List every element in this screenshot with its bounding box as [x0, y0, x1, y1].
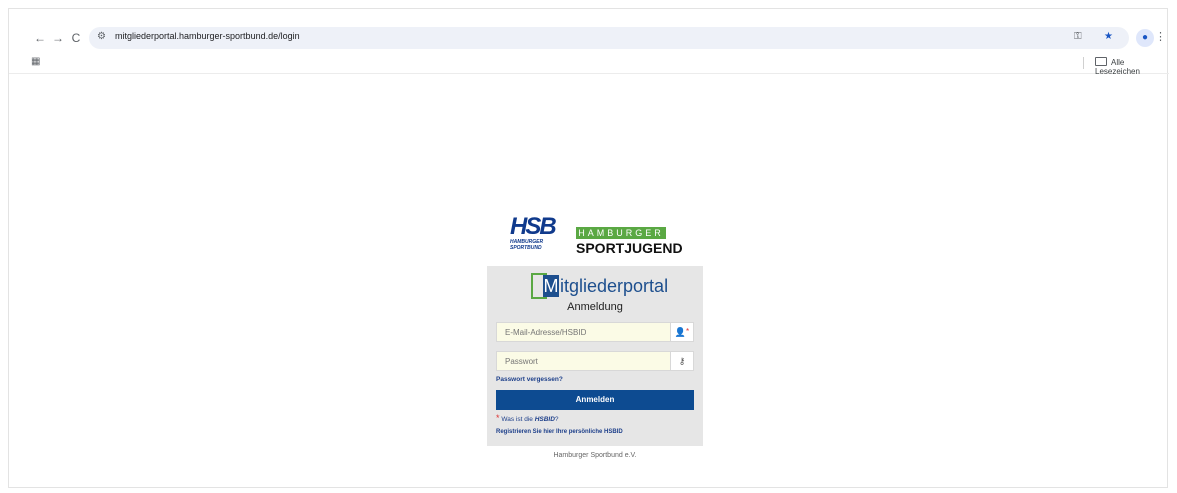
- hsb-logo: HSB HAMBURGER SPORTBUND: [510, 213, 557, 259]
- bookmark-star-icon[interactable]: ★: [1104, 31, 1113, 42]
- address-bar[interactable]: ⚙ mitgliederportal.hamburger-sportbund.d…: [89, 27, 1129, 49]
- hsbid-info-link[interactable]: * Was ist die HSBID?: [496, 413, 559, 423]
- logo-row: HSB HAMBURGER SPORTBUND HAMBURGER SPORTJ…: [510, 215, 690, 261]
- hsb-logo-mark: HSB: [510, 213, 557, 240]
- back-arrow-icon[interactable]: ←: [31, 29, 49, 47]
- email-field: 👤*: [496, 322, 694, 342]
- hsb-logo-line2: SPORTBUND: [510, 245, 542, 251]
- profile-avatar-icon[interactable]: ●: [1136, 29, 1154, 47]
- email-input[interactable]: [497, 323, 671, 341]
- register-hsbid-link[interactable]: Registrieren Sie hier Ihre persönliche H…: [496, 429, 623, 435]
- login-panel: M itgliederportal Anmeldung 👤* ⚷ Passwor…: [487, 266, 703, 446]
- hsbid-info-prefix: Was ist die: [501, 416, 535, 423]
- browser-menu-icon[interactable]: ⋮: [1155, 30, 1166, 43]
- forward-arrow-icon[interactable]: →: [49, 29, 67, 47]
- sportjugend-logo-top: HAMBURGER: [576, 227, 666, 239]
- key-icon: ⚷: [670, 352, 693, 370]
- hsbid-info-suffix: ?: [554, 416, 559, 423]
- password-input[interactable]: [497, 352, 671, 370]
- folder-icon: [1095, 57, 1107, 66]
- bookmarks-separator: [1083, 57, 1084, 69]
- sportjugend-logo-bottom: SPORTJUGEND: [576, 240, 683, 256]
- reload-icon[interactable]: C: [67, 29, 85, 47]
- password-field: ⚷: [496, 351, 694, 371]
- browser-toolbar: ← → C ⚙ mitgliederportal.hamburger-sport…: [9, 27, 1169, 49]
- mitgliederportal-logo: M itgliederportal: [531, 273, 671, 301]
- portal-logo-m: M: [543, 275, 559, 297]
- required-asterisk-icon: *: [496, 413, 500, 423]
- login-button[interactable]: Anmelden: [496, 390, 694, 410]
- portal-logo-text: itgliederportal: [560, 276, 669, 296]
- footer-text: Hamburger Sportbund e.V.: [553, 452, 637, 459]
- bookmarks-bar: ▦ Alle Lesezeichen: [9, 53, 1169, 76]
- url-text[interactable]: mitgliederportal.hamburger-sportbund.de/…: [115, 31, 300, 41]
- password-key-icon[interactable]: ⚿: [1074, 31, 1082, 42]
- login-subtitle: Anmeldung: [567, 301, 623, 313]
- hsbid-info-term: HSBID: [534, 416, 555, 423]
- apps-grid-icon[interactable]: ▦: [31, 56, 40, 67]
- site-settings-icon[interactable]: ⚙: [97, 31, 106, 42]
- user-required-icon: 👤*: [670, 323, 693, 341]
- all-bookmarks-folder[interactable]: Alle Lesezeichen: [1095, 57, 1169, 76]
- forgot-password-link[interactable]: Passwort vergessen?: [496, 376, 563, 383]
